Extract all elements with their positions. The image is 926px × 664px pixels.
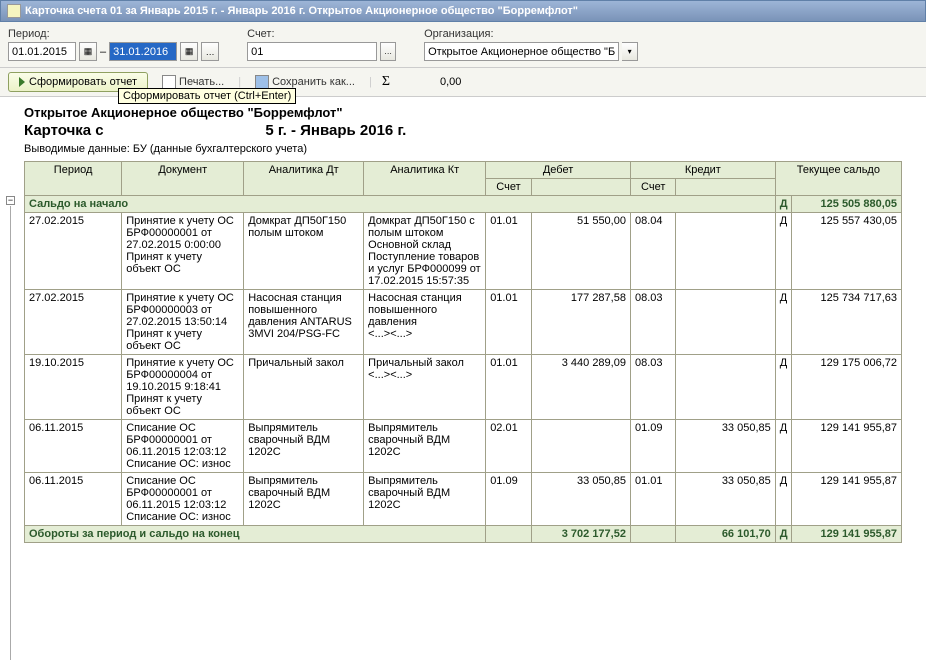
col-balance[interactable]: Текущее сальдо xyxy=(775,162,901,196)
account-label: Счет: xyxy=(247,28,396,40)
period-label: Период: xyxy=(8,28,219,40)
print-label: Печать... xyxy=(179,76,224,88)
report-org-title: Открытое Акционерное общество "Борремфло… xyxy=(24,105,902,120)
account-lookup-button[interactable]: … xyxy=(380,42,396,61)
window-icon xyxy=(7,4,21,18)
table-row[interactable]: 27.02.2015Принятие к учету ОС БРФ0000000… xyxy=(25,213,902,290)
period-extra-button[interactable]: … xyxy=(201,42,219,61)
report-title: Карточка счета 01 за Январь 2015 г. - Ян… xyxy=(24,122,902,139)
sum-value: 0,00 xyxy=(440,76,461,88)
parameters-bar: Период: ▦ – ▦ … Счет: … Организация: ▾ xyxy=(0,22,926,68)
col-debit[interactable]: Дебет xyxy=(486,162,631,179)
window-title-bar: Карточка счета 01 за Январь 2015 г. - Ян… xyxy=(0,0,926,22)
table-row[interactable]: 19.10.2015Принятие к учету ОС БРФ0000000… xyxy=(25,355,902,420)
play-icon xyxy=(19,77,25,87)
col-period[interactable]: Период xyxy=(25,162,122,196)
outline-line xyxy=(10,206,11,660)
col-analytics-kt[interactable]: Аналитика Кт xyxy=(364,162,486,196)
report-area: Открытое Акционерное общество "Борремфло… xyxy=(0,97,926,543)
table-row[interactable]: 27.02.2015Принятие к учету ОС БРФ0000000… xyxy=(25,290,902,355)
account-input[interactable] xyxy=(247,42,377,61)
closing-balance-row[interactable]: Обороты за период и сальдо на конец3 702… xyxy=(25,526,902,543)
generate-report-label: Сформировать отчет xyxy=(29,76,137,88)
col-document[interactable]: Документ xyxy=(122,162,244,196)
date-to-picker-button[interactable]: ▦ xyxy=(180,42,198,61)
disk-icon xyxy=(255,75,269,89)
opening-balance-row[interactable]: Сальдо на началоД125 505 880,05 xyxy=(25,196,902,213)
org-dropdown-button[interactable]: ▾ xyxy=(622,42,638,61)
date-to-input[interactable] xyxy=(109,42,177,61)
table-row[interactable]: 06.11.2015Списание ОС БРФ00000001 от 06.… xyxy=(25,473,902,526)
col-debit-account[interactable]: Счет xyxy=(486,179,532,196)
date-from-picker-button[interactable]: ▦ xyxy=(79,42,97,61)
report-subtitle: Выводимые данные: БУ (данные бухгалтерск… xyxy=(24,143,902,155)
outline-collapse-button[interactable]: − xyxy=(6,196,15,205)
window-title: Карточка счета 01 за Январь 2015 г. - Ян… xyxy=(25,5,578,17)
org-input[interactable] xyxy=(424,42,619,61)
table-row[interactable]: 06.11.2015Списание ОС БРФ00000001 от 06.… xyxy=(25,420,902,473)
org-label: Организация: xyxy=(424,28,638,40)
toolbar: Сформировать отчет Сформировать отчет (C… xyxy=(0,68,926,97)
generate-tooltip: Сформировать отчет (Ctrl+Enter) xyxy=(118,88,296,104)
report-table: Период Документ Аналитика Дт Аналитика К… xyxy=(24,161,902,543)
period-dash: – xyxy=(100,46,106,58)
col-credit-account[interactable]: Счет xyxy=(630,179,676,196)
col-credit[interactable]: Кредит xyxy=(630,162,775,179)
col-analytics-dt[interactable]: Аналитика Дт xyxy=(244,162,364,196)
printer-icon xyxy=(162,75,176,89)
date-from-input[interactable] xyxy=(8,42,76,61)
sigma-icon: Σ xyxy=(382,74,390,90)
save-label: Сохранить как... xyxy=(272,76,355,88)
table-header: Период Документ Аналитика Дт Аналитика К… xyxy=(25,162,902,196)
